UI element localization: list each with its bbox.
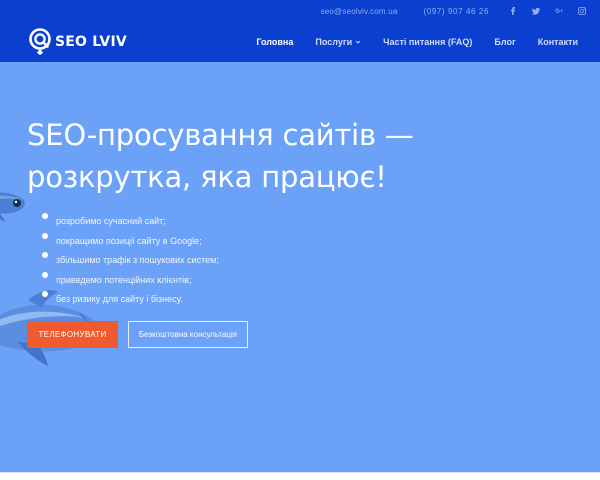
nav-item-contacts[interactable]: Контакти xyxy=(538,37,578,47)
email-link[interactable]: seo@seolviv.com.ua xyxy=(321,7,398,16)
list-item-text: збільшимо трафік з пошукових систем; xyxy=(56,255,219,266)
hero-title-line: розкрутка, яка працює! xyxy=(27,160,387,194)
top-bar: seo@seolviv.com.ua (097) 907 46 26 xyxy=(0,0,600,22)
list-item: покращимо позиції сайту в Google; xyxy=(42,232,219,252)
nav-item-label: Контакти xyxy=(537,37,578,47)
social-links xyxy=(509,7,586,15)
nav-item-label: Блог xyxy=(494,37,516,47)
main-navbar: SEO LVIV Головна Послуги Часті питання (… xyxy=(0,22,600,62)
facebook-icon[interactable] xyxy=(509,7,517,15)
site-logo[interactable]: SEO LVIV xyxy=(28,27,127,57)
bullet-icon xyxy=(42,271,48,278)
nav-item-home[interactable]: Головна xyxy=(256,37,293,47)
bullet-icon xyxy=(42,213,48,219)
list-item: розробимо сучасний сайт; xyxy=(42,212,219,232)
primary-nav: Головна Послуги Часті питання (FAQ) Блог… xyxy=(256,22,578,62)
hero-title: SEO-просування сайтів — розкрутка, яка п… xyxy=(27,114,547,198)
google-plus-icon[interactable] xyxy=(555,7,563,15)
hero-section: SEO-просування сайтів — розкрутка, яка п… xyxy=(0,62,600,472)
page-bottom-strip xyxy=(0,472,600,480)
nav-item-faq[interactable]: Часті питання (FAQ) xyxy=(383,37,472,47)
instagram-icon[interactable] xyxy=(578,7,586,15)
nav-item-blog[interactable]: Блог xyxy=(494,37,515,47)
bullet-icon xyxy=(42,232,48,239)
list-item-text: розробимо сучасний сайт; xyxy=(56,216,166,226)
nav-item-label: Часті питання (FAQ) xyxy=(383,37,473,47)
list-item-text: приведемо потенційних клієнтів; xyxy=(56,274,192,285)
list-item: без ризику для сайту і бізнесу. xyxy=(42,290,219,310)
chevron-down-icon xyxy=(355,40,361,44)
nav-item-services[interactable]: Послуги xyxy=(315,37,361,47)
list-item-text: покращимо позиції сайту в Google; xyxy=(56,235,202,246)
free-consultation-button[interactable]: Безкоштовна консультація xyxy=(128,321,248,348)
nav-item-label: Головна xyxy=(256,37,294,47)
phone-link[interactable]: (097) 907 46 26 xyxy=(424,7,490,16)
fish-illustration xyxy=(0,192,25,222)
bullet-icon xyxy=(42,252,48,259)
bullet-icon xyxy=(42,291,48,298)
list-item: приведемо потенційних клієнтів; xyxy=(42,271,219,291)
twitter-icon[interactable] xyxy=(532,7,540,15)
location-pin-icon xyxy=(29,28,51,55)
list-item-text: без ризику для сайту і бізнесу. xyxy=(56,294,183,305)
list-item: збільшимо трафік з пошукових систем; xyxy=(42,251,219,271)
nav-item-label: Послуги xyxy=(315,37,353,47)
hero-title-line: SEO-просування сайтів — xyxy=(27,118,414,152)
brand-name: SEO LVIV xyxy=(55,34,127,50)
benefits-list: розробимо сучасний сайт; покращимо позиц… xyxy=(42,212,219,310)
call-button[interactable]: ТЕЛЕФОНУВАТИ xyxy=(27,321,118,348)
